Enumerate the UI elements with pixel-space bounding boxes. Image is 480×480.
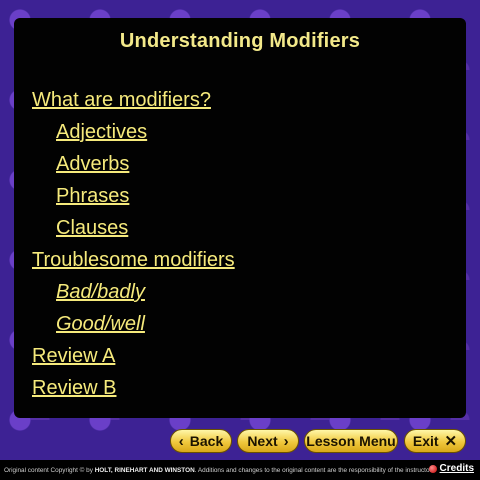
link-phrases[interactable]: Phrases [32,180,452,212]
credits-link[interactable]: Credits [428,463,474,474]
link-bad-badly[interactable]: Bad/badly [32,276,452,308]
link-troublesome-modifiers[interactable]: Troublesome modifiers [32,244,452,276]
footer-bar: Original content Copyright © by HOLT, RI… [0,460,480,480]
link-review-a[interactable]: Review A [32,340,452,372]
red-bullet-icon [428,464,437,473]
link-clauses[interactable]: Clauses [32,212,452,244]
credits-label: Credits [439,463,474,474]
exit-button-label: Exit [412,433,439,449]
back-button[interactable]: ‹ Back [170,429,232,453]
back-button-label: Back [189,433,224,449]
content-panel: Understanding Modifiers What are modifie… [14,18,466,418]
link-adjectives[interactable]: Adjectives [32,116,452,148]
copyright-suffix: . Additions and changes to the original … [194,466,434,474]
link-what-are-modifiers[interactable]: What are modifiers? [32,84,452,116]
lesson-menu-button[interactable]: Lesson Menu [304,429,398,453]
lesson-menu-button-label: Lesson Menu [306,433,396,449]
link-good-well[interactable]: Good/well [32,308,452,340]
link-review-b[interactable]: Review B [32,372,452,404]
chevron-right-icon: › [283,432,289,450]
copyright-prefix: Original content Copyright © by [4,466,93,474]
page-title: Understanding Modifiers [119,30,361,52]
link-adverbs[interactable]: Adverbs [32,148,452,180]
close-icon: ✕ [444,433,458,450]
chevron-left-icon: ‹ [178,432,184,450]
exit-button[interactable]: Exit ✕ [404,429,466,453]
topic-menu: What are modifiers? Adjectives Adverbs P… [32,84,452,404]
copyright-notice: Original content Copyright © by HOLT, RI… [4,467,433,474]
publisher-name: HOLT, RINEHART AND WINSTON [94,466,195,474]
next-button[interactable]: Next › [237,429,299,453]
next-button-label: Next [247,433,278,449]
